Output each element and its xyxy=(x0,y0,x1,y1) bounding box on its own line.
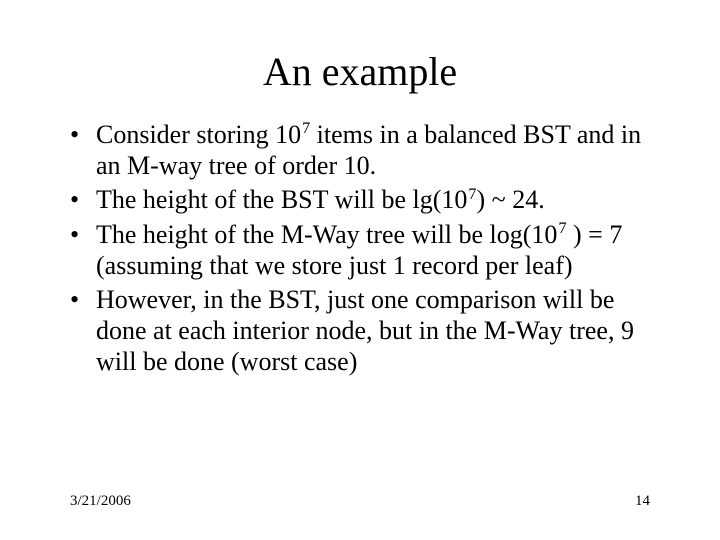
bullet-text-post: ) ~ 24. xyxy=(476,185,544,214)
bullet-item: Consider storing 107 items in a balanced… xyxy=(70,120,660,181)
superscript: 7 xyxy=(302,120,310,137)
bullet-text-pre: However, in the BST, just one comparison… xyxy=(96,285,634,375)
bullet-list: Consider storing 107 items in a balanced… xyxy=(70,120,660,377)
bullet-item: The height of the M-Way tree will be log… xyxy=(70,220,660,281)
superscript: 7 xyxy=(558,220,566,237)
footer-page-number: 14 xyxy=(635,493,650,510)
bullet-text-pre: Consider storing 10 xyxy=(96,120,301,149)
bullet-text-pre: The height of the BST will be lg(10 xyxy=(96,185,467,214)
bullet-item: The height of the BST will be lg(107) ~ … xyxy=(70,185,660,216)
bullet-item: However, in the BST, just one comparison… xyxy=(70,285,660,377)
slide-body: Consider storing 107 items in a balanced… xyxy=(70,120,660,381)
footer-date: 3/21/2006 xyxy=(70,493,131,510)
bullet-text-pre: The height of the M-Way tree will be log… xyxy=(96,220,557,249)
slide-title: An example xyxy=(0,48,720,95)
slide: An example Consider storing 107 items in… xyxy=(0,0,720,540)
